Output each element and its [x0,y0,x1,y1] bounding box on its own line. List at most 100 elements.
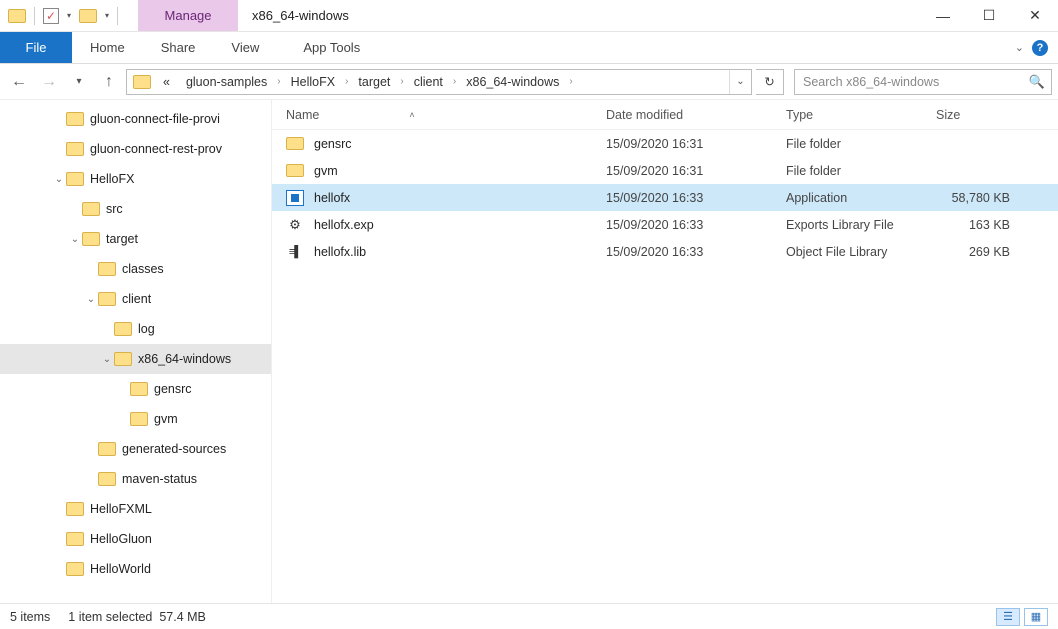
address-bar[interactable]: « gluon-samples› HelloFX› target› client… [126,69,752,95]
close-button[interactable]: ✕ [1012,0,1058,31]
status-item-count: 5 items [10,610,50,624]
thumbnails-view-button[interactable]: ▦ [1024,608,1048,626]
tree-node[interactable]: gvm [0,404,271,434]
tree-node[interactable]: ⌄ client [0,284,271,314]
tree-node[interactable]: maven-status [0,464,271,494]
breadcrumb[interactable]: x86_64-windows [458,70,567,94]
ribbon-right: ⌄ ? [1005,32,1058,63]
column-type[interactable]: Type [786,108,936,122]
manage-tab[interactable]: Manage [138,0,238,31]
tree-node-label: gluon-connect-rest-prov [90,142,222,156]
chevron-right-icon[interactable]: › [398,76,405,87]
expand-ribbon-icon[interactable]: ⌄ [1015,41,1024,54]
address-dropdown-icon[interactable]: ⌄ [729,70,751,94]
folder-icon [114,322,132,336]
file-size: 163 KB [936,218,1014,232]
tree-node[interactable]: ⌄target [0,224,271,254]
tree-expander-icon[interactable]: ⌄ [52,174,66,185]
column-date[interactable]: Date modified [606,108,786,122]
tree-node-label: HelloGluon [90,532,152,546]
file-row[interactable]: gvm15/09/2020 16:31File folder [272,157,1058,184]
breadcrumb[interactable]: gluon-samples [178,70,275,94]
folder-icon [66,172,84,186]
share-tab[interactable]: Share [143,32,214,63]
sort-indicator-icon: ˄ [409,110,414,120]
chevron-right-icon[interactable]: › [451,76,458,87]
status-bar: 5 items 1 item selected 57.4 MB ☰ ▦ [0,603,1058,629]
search-box[interactable]: 🔍 [794,69,1052,95]
tree-node[interactable]: HelloWorld [0,554,271,584]
tree-node[interactable]: ⌄HelloFX [0,164,271,194]
tree-node[interactable]: HelloGluon [0,524,271,554]
tree-expander-icon[interactable]: ⌄ [84,294,98,305]
column-name-label: Name [286,108,319,122]
file-row[interactable]: ≡▌hellofx.lib15/09/2020 16:33Object File… [272,238,1058,265]
column-headers: Name ˄ Date modified Type Size [272,100,1058,130]
folder-icon [98,292,116,306]
tree-expander-icon[interactable]: ⌄ [68,234,82,245]
file-name: hellofx [314,191,350,205]
help-icon[interactable]: ? [1032,40,1048,56]
window-controls: — ☐ ✕ [920,0,1058,31]
tree-node[interactable]: gensrc [0,374,271,404]
tree-node-label: gluon-connect-file-provi [90,112,220,126]
chevron-down-icon[interactable]: ▾ [105,11,109,20]
tree-expander-icon[interactable]: ⌄ [100,354,114,365]
tree-node[interactable]: gluon-connect-rest-prov [0,134,271,164]
crumb-overflow[interactable]: « [155,70,178,94]
navigation-bar: ← → ▾ ↑ « gluon-samples› HelloFX› target… [0,64,1058,100]
breadcrumb[interactable]: target [350,70,398,94]
tree-node[interactable]: ⌄x86_64-windows [0,344,271,374]
file-pane: Name ˄ Date modified Type Size gensrc15/… [272,100,1058,603]
folder-icon [114,352,132,366]
tree-node[interactable]: src [0,194,271,224]
qat-properties-icon[interactable]: ✓ [43,8,59,24]
folder-icon [66,502,84,516]
status-selection-label: 1 item selected [68,610,152,624]
column-name[interactable]: Name ˄ [286,108,606,122]
contextual-tab-group: Manage [138,0,238,31]
chevron-right-icon[interactable]: › [343,76,350,87]
folder-tree[interactable]: gluon-connect-file-provi gluon-connect-re… [0,100,272,603]
back-button[interactable]: ← [6,69,32,95]
home-tab[interactable]: Home [72,32,143,63]
divider [34,7,35,25]
chevron-right-icon[interactable]: › [567,76,574,87]
recent-locations-icon[interactable]: ▾ [66,69,92,95]
folder-icon [286,137,304,150]
apptools-tab[interactable]: App Tools [287,32,376,63]
folder-icon [82,202,100,216]
tree-node[interactable]: gluon-connect-file-provi [0,104,271,134]
folder-icon[interactable] [79,9,97,23]
file-row[interactable]: gensrc15/09/2020 16:31File folder [272,130,1058,157]
chevron-right-icon[interactable]: › [275,76,282,87]
window-title: x86_64-windows [238,0,363,31]
up-button[interactable]: ↑ [96,69,122,95]
search-input[interactable] [801,74,1029,90]
tree-node-label: log [138,322,155,336]
minimize-button[interactable]: — [920,0,966,31]
breadcrumb[interactable]: client [406,70,451,94]
file-row[interactable]: hellofx15/09/2020 16:33Application58,780… [272,184,1058,211]
column-size[interactable]: Size [936,108,1058,122]
content-area: gluon-connect-file-provi gluon-connect-re… [0,100,1058,603]
maximize-button[interactable]: ☐ [966,0,1012,31]
details-view-button[interactable]: ☰ [996,608,1020,626]
tree-node[interactable]: HelloFXML [0,494,271,524]
folder-icon[interactable] [8,9,26,23]
titlebar: ✓ ▾ ▾ Manage x86_64-windows — ☐ ✕ [0,0,1058,32]
tree-node[interactable]: generated-sources [0,434,271,464]
file-list[interactable]: gensrc15/09/2020 16:31File foldergvm15/0… [272,130,1058,603]
view-tab[interactable]: View [213,32,277,63]
file-name: hellofx.exp [314,218,374,232]
tree-node[interactable]: log [0,314,271,344]
forward-button[interactable]: → [36,69,62,95]
tree-node[interactable]: classes [0,254,271,284]
search-icon[interactable]: 🔍 [1029,74,1045,90]
tree-node-label: client [122,292,151,306]
refresh-button[interactable]: ↻ [756,69,784,95]
chevron-down-icon[interactable]: ▾ [67,11,71,20]
breadcrumb[interactable]: HelloFX [283,70,343,94]
file-row[interactable]: ⚙hellofx.exp15/09/2020 16:33Exports Libr… [272,211,1058,238]
file-tab[interactable]: File [0,32,72,63]
